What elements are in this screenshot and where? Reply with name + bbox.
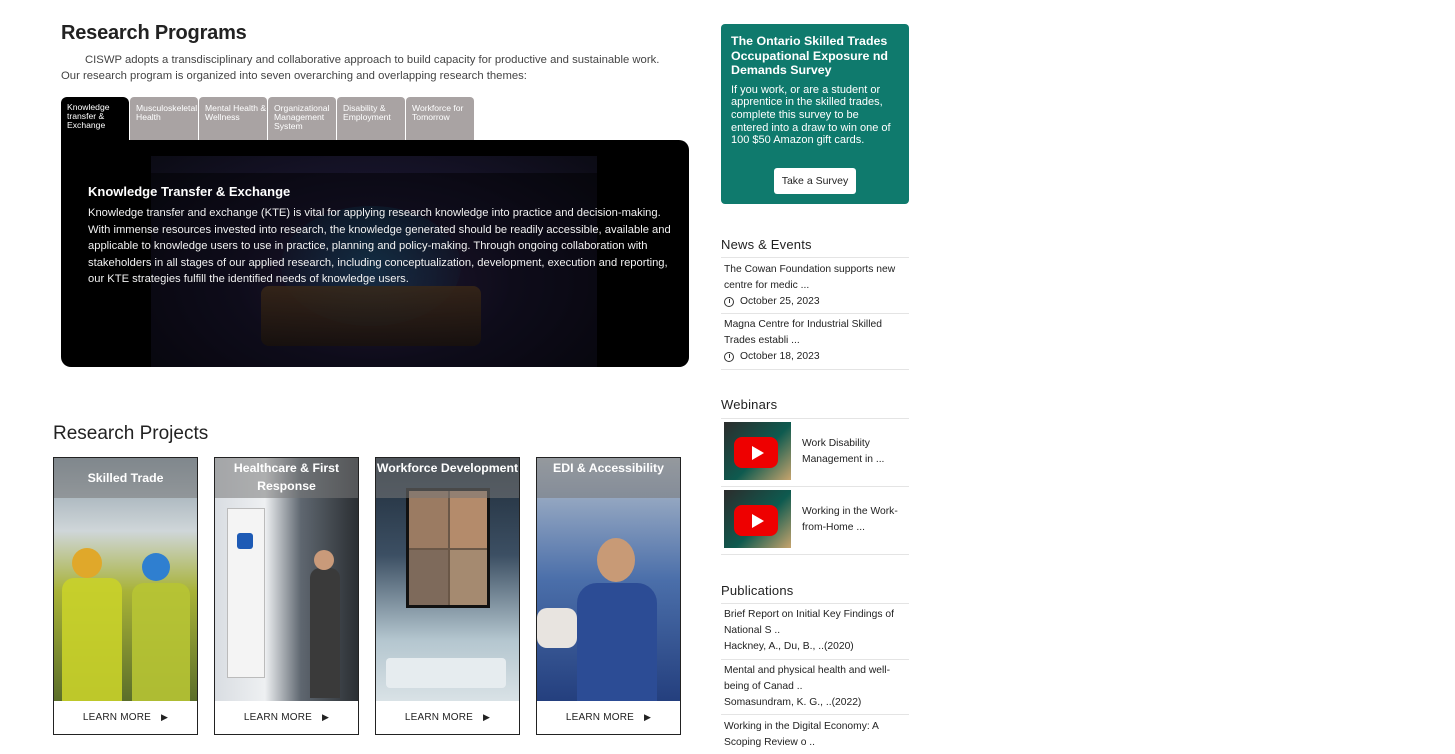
webinars-heading: Webinars bbox=[721, 397, 778, 412]
webinar-thumbnail[interactable] bbox=[724, 422, 791, 480]
publications-heading: Publications bbox=[721, 583, 794, 598]
tab-knowledge-transfer[interactable]: Knowledge transfer & Exchange bbox=[61, 97, 129, 141]
project-title: Workforce Development bbox=[376, 461, 519, 475]
research-programs-title: Research Programs bbox=[61, 22, 247, 44]
caret-right-icon: ▶ bbox=[644, 711, 652, 722]
learn-more-button[interactable]: LEARN MORE ▶ bbox=[54, 700, 197, 734]
project-card-healthcare[interactable]: Healthcare & First Response LEARN MORE ▶ bbox=[214, 457, 359, 735]
research-programs-intro: CISWP adopts a transdisciplinary and col… bbox=[61, 54, 660, 82]
survey-promo: The Ontario Skilled Trades Occupational … bbox=[721, 24, 909, 204]
publication-title[interactable]: Working in the Digital Economy: A Scopin… bbox=[724, 719, 906, 751]
take-survey-button[interactable]: Take a Survey bbox=[774, 168, 856, 194]
youtube-play-icon[interactable] bbox=[734, 505, 778, 536]
research-projects-title: Research Projects bbox=[53, 423, 209, 444]
learn-more-button[interactable]: LEARN MORE ▶ bbox=[376, 700, 519, 734]
project-title: EDI & Accessibility bbox=[553, 461, 664, 475]
publication-title[interactable]: Mental and physical health and well-bein… bbox=[724, 663, 906, 695]
publication-item[interactable]: Brief Report on Initial Key Findings of … bbox=[724, 607, 906, 655]
publication-item[interactable]: Working in the Digital Economy: A Scopin… bbox=[724, 719, 906, 751]
tab-disability-employment[interactable]: Disability & Employment bbox=[337, 97, 405, 140]
panel-body: Knowledge transfer and exchange (KTE) is… bbox=[88, 207, 671, 286]
caret-right-icon: ▶ bbox=[322, 711, 330, 722]
tab-workforce-tomorrow[interactable]: Workforce for Tomorrow bbox=[406, 97, 474, 140]
survey-text: If you work, or are a student or apprent… bbox=[731, 83, 891, 147]
news-date: October 25, 2023 bbox=[740, 296, 820, 307]
publication-authors: Somasundram, K. G., ..(2022) bbox=[724, 697, 862, 708]
project-card-skilled-trade[interactable]: Skilled Trade LEARN MORE ▶ bbox=[53, 457, 198, 735]
learn-more-button[interactable]: LEARN MORE ▶ bbox=[215, 700, 358, 734]
project-card-workforce[interactable]: Workforce Development LEARN MORE ▶ bbox=[375, 457, 520, 735]
webinar-title[interactable]: Working in the Work-from-Home ... bbox=[802, 504, 906, 536]
webinar-title[interactable]: Work Disability Management in ... bbox=[802, 436, 906, 468]
news-title[interactable]: Magna Centre for Industrial Skilled Trad… bbox=[724, 317, 906, 349]
tab-organizational-management[interactable]: Organizational Management System bbox=[268, 97, 336, 140]
tab-mental-health[interactable]: Mental Health & Wellness bbox=[199, 97, 267, 140]
news-title[interactable]: The Cowan Foundation supports new centre… bbox=[724, 262, 906, 294]
survey-title: The Ontario Skilled Trades Occupational … bbox=[731, 34, 888, 77]
news-item[interactable]: Magna Centre for Industrial Skilled Trad… bbox=[724, 317, 906, 365]
project-title: Healthcare & First Response bbox=[233, 461, 340, 493]
webinar-item[interactable]: Work Disability Management in ... bbox=[724, 422, 906, 480]
news-item[interactable]: The Cowan Foundation supports new centre… bbox=[724, 262, 906, 310]
publication-authors: Hackney, A., Du, B., ..(2020) bbox=[724, 641, 854, 652]
caret-right-icon: ▶ bbox=[483, 711, 491, 722]
project-card-edi[interactable]: EDI & Accessibility LEARN MORE ▶ bbox=[536, 457, 681, 735]
publication-title[interactable]: Brief Report on Initial Key Findings of … bbox=[724, 607, 906, 639]
webinar-item[interactable]: Working in the Work-from-Home ... bbox=[724, 490, 906, 548]
clock-icon bbox=[724, 352, 734, 362]
publication-item[interactable]: Mental and physical health and well-bein… bbox=[724, 663, 906, 711]
news-date: October 18, 2023 bbox=[740, 351, 820, 362]
program-panel: Knowledge Transfer & Exchange Knowledge … bbox=[61, 140, 689, 367]
youtube-play-icon[interactable] bbox=[734, 437, 778, 468]
program-tabs: Knowledge transfer & Exchange Musculoske… bbox=[61, 97, 475, 141]
panel-heading: Knowledge Transfer & Exchange bbox=[88, 184, 291, 199]
webinar-thumbnail[interactable] bbox=[724, 490, 791, 548]
clock-icon bbox=[724, 297, 734, 307]
sidebar: The Ontario Skilled Trades Occupational … bbox=[721, 0, 909, 754]
main-content: Research Programs CISWP adopts a transdi… bbox=[0, 0, 700, 754]
caret-right-icon: ▶ bbox=[161, 711, 169, 722]
learn-more-button[interactable]: LEARN MORE ▶ bbox=[537, 700, 680, 734]
project-title: Skilled Trade bbox=[87, 471, 164, 485]
tab-musculoskeletal-health[interactable]: Musculoskeletal Health bbox=[130, 97, 198, 140]
news-events-heading: News & Events bbox=[721, 237, 812, 252]
